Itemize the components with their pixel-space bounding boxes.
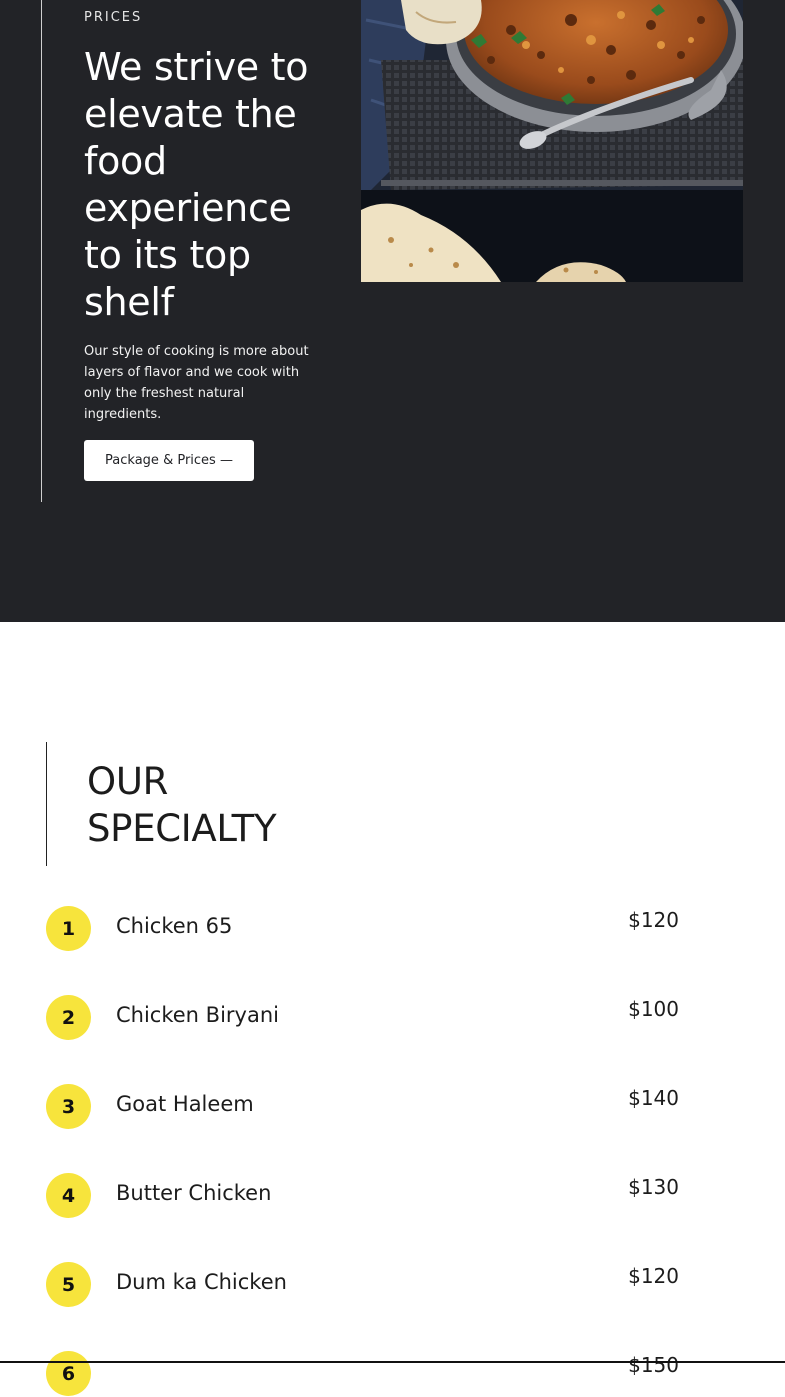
menu-item-number: 5 [46,1262,91,1307]
menu-item-number: 6 [46,1351,91,1396]
menu-item-name: Chicken 65 [116,914,233,938]
package-prices-button[interactable]: Package & Prices — [84,440,254,481]
menu-item: 2 Chicken Biryani $100 [46,995,686,1041]
hero-description: Our style of cooking is more about layer… [84,344,309,422]
menu-item-price: $120 [628,908,679,932]
menu-item: 1 Chicken 65 $120 [46,906,686,952]
specialty-divider-line [46,742,47,866]
menu-item-price: $140 [628,1086,679,1110]
hero-divider-line [41,0,42,502]
menu-item: 3 Goat Haleem $140 [46,1084,686,1130]
menu-item-name: Butter Chicken [116,1181,272,1205]
menu-item: 4 Butter Chicken $130 [46,1173,686,1219]
menu-item-price: $150 [628,1353,679,1377]
menu-item-price: $120 [628,1264,679,1288]
menu-item-price: $100 [628,997,679,1021]
menu-item-number: 2 [46,995,91,1040]
specialty-title-line1: OUR [87,760,169,803]
hero-section: PRICES We strive to elevate the food exp… [0,0,785,622]
menu-item-number: 1 [46,906,91,951]
menu-item-number: 4 [46,1173,91,1218]
menu-item-number: 3 [46,1084,91,1129]
menu-item: 6 $150 [46,1351,686,1397]
menu-item: 5 Dum ka Chicken $120 [46,1262,686,1308]
menu-item-price: $130 [628,1175,679,1199]
specialty-title-line2: SPECIALTY [87,807,277,850]
menu-item-name: Chicken Biryani [116,1003,279,1027]
food-photo [361,0,743,282]
hero-title: We strive to elevate the food experience… [84,45,309,324]
specialty-title: OUR SPECIALTY [87,758,277,852]
menu-item-name: Dum ka Chicken [116,1270,287,1294]
hero-eyebrow: PRICES [84,10,143,25]
menu-item-name: Goat Haleem [116,1092,254,1116]
